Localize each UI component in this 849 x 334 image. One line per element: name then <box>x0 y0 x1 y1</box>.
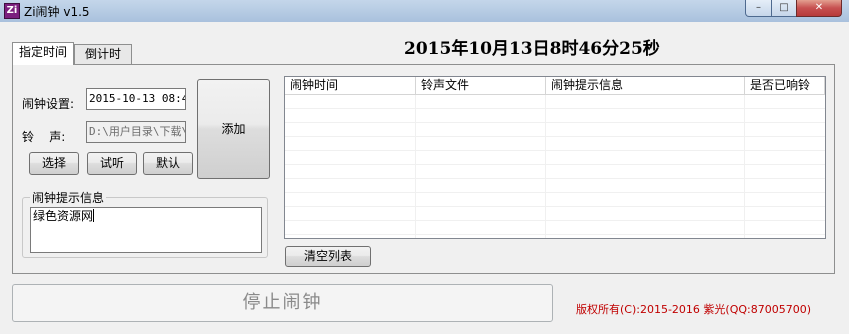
current-time-display: 2015年10月13日8时46分25秒 <box>404 39 660 59</box>
alarm-list-header: 闹钟时间 铃声文件 闹钟提示信息 是否已响铃 <box>285 77 825 95</box>
message-group-label: 闹钟提示信息 <box>30 189 107 206</box>
minimize-button[interactable]: – <box>745 0 772 17</box>
window-title: Zi闹钟 v1.5 <box>24 5 90 19</box>
app-icon: Zi <box>4 3 20 19</box>
alarm-list-grid <box>285 95 825 238</box>
title-bar[interactable]: Zi Zi闹钟 v1.5 – □ ✕ <box>0 0 849 22</box>
message-textarea[interactable]: 绿色资源网 <box>30 207 262 253</box>
column-rang[interactable]: 是否已响铃 <box>745 77 825 94</box>
column-ring-file[interactable]: 铃声文件 <box>416 77 546 94</box>
tab-countdown[interactable]: 倒计时 <box>74 44 132 64</box>
choose-button[interactable]: 选择 <box>29 152 79 175</box>
close-button[interactable]: ✕ <box>796 0 842 17</box>
alarm-list[interactable]: 闹钟时间 铃声文件 闹钟提示信息 是否已响铃 <box>284 76 826 239</box>
default-button[interactable]: 默认 <box>143 152 193 175</box>
copyright-text: 版权所有(C):2015-2016 紫光(QQ:87005700) <box>576 303 812 316</box>
stop-alarm-button[interactable]: 停止闹钟 <box>12 284 553 322</box>
ring-label: 铃 声: <box>22 130 66 144</box>
add-button[interactable]: 添加 <box>197 79 270 179</box>
text-caret <box>93 209 95 222</box>
column-alarm-message[interactable]: 闹钟提示信息 <box>546 77 745 94</box>
clear-list-button[interactable]: 清空列表 <box>285 246 371 267</box>
maximize-button[interactable]: □ <box>771 0 797 17</box>
listen-button[interactable]: 试听 <box>87 152 137 175</box>
tab-specified-time[interactable]: 指定时间 <box>12 42 74 65</box>
ring-file-input[interactable]: D:\用户目录\下载\ <box>86 121 186 143</box>
message-text: 绿色资源网 <box>33 209 94 223</box>
alarm-datetime-input[interactable]: 2015-10-13 08:45 <box>86 88 186 110</box>
alarm-setting-label: 闹钟设置: <box>22 97 75 111</box>
column-alarm-time[interactable]: 闹钟时间 <box>285 77 416 94</box>
